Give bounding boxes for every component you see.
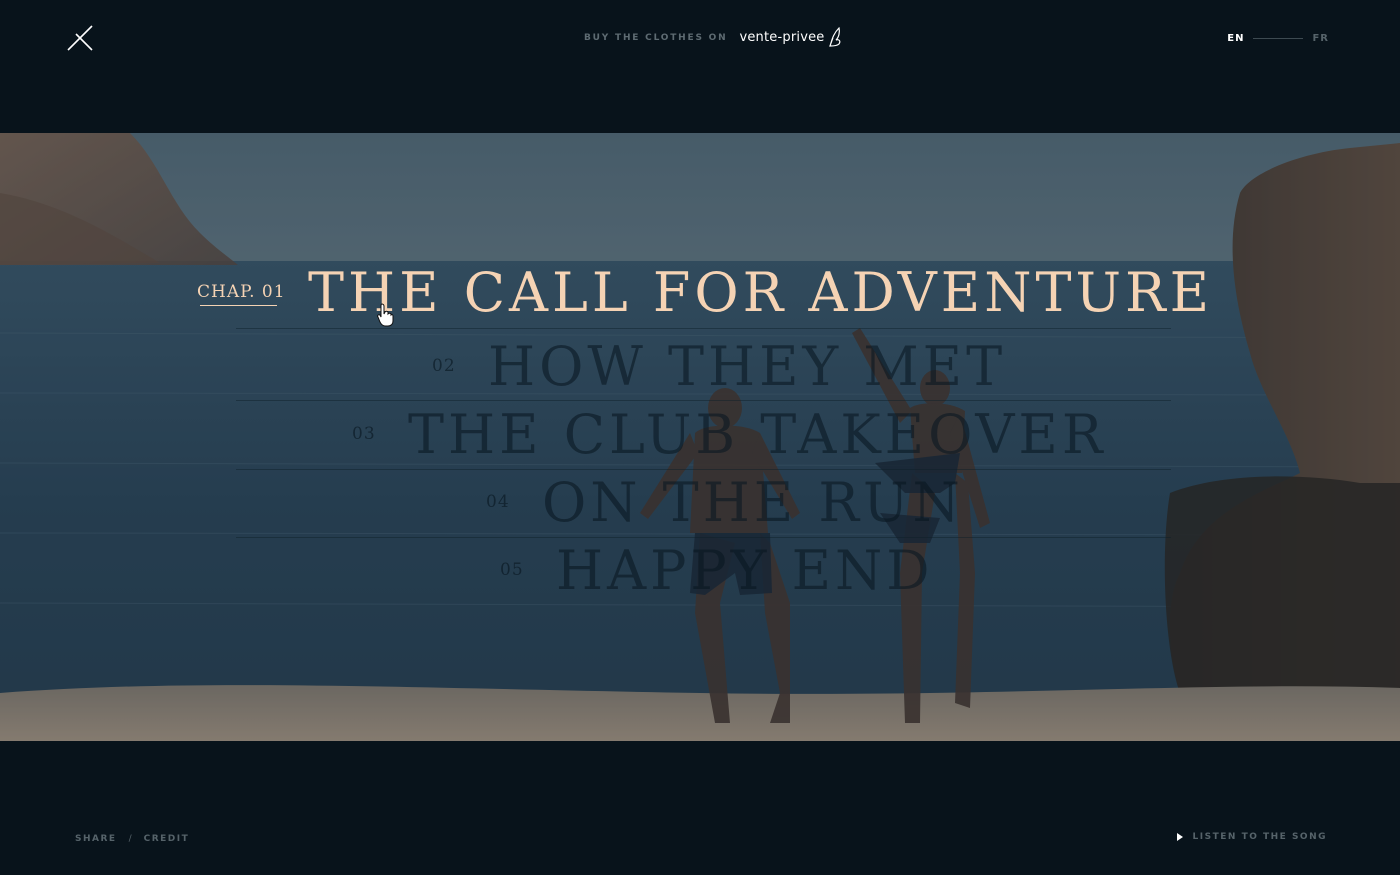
chapter-number-underline: [200, 305, 277, 306]
chapter-title: THE CLUB TAKEOVER: [408, 403, 1107, 466]
lang-fr[interactable]: FR: [1312, 33, 1329, 44]
brand-name: vente-privee: [739, 29, 825, 45]
chapter-title: ON THE RUN: [542, 471, 964, 534]
chapter-menu: CHAP. 01 THE CALL FOR ADVENTURE 02 HOW T…: [0, 133, 1400, 741]
chapter-number: CHAP. 01: [197, 282, 286, 302]
chapter-title: HAPPY END: [556, 539, 934, 602]
chapter-number: 03: [352, 424, 376, 444]
chapter-title: THE CALL FOR ADVENTURE: [308, 261, 1214, 324]
chapter-number: 02: [432, 356, 456, 376]
listen-to-song-button[interactable]: LISTEN TO THE SONG: [1176, 832, 1327, 842]
play-icon: [1176, 833, 1183, 841]
chapter-number: 04: [486, 492, 510, 512]
chapter-item-2[interactable]: 02 HOW THEY MET: [0, 333, 1400, 401]
buy-clothes-label: BUY THE CLOTHES ON: [584, 33, 728, 43]
butterfly-icon: [829, 26, 841, 47]
language-switch: EN FR: [1227, 30, 1329, 46]
page: BUY THE CLOTHES ON vente-privee EN FR CH…: [0, 0, 1400, 875]
lang-en[interactable]: EN: [1227, 33, 1244, 44]
hero-image: CHAP. 01 THE CALL FOR ADVENTURE 02 HOW T…: [0, 133, 1400, 741]
chapter-number: 05: [500, 560, 524, 580]
close-icon[interactable]: [64, 22, 96, 54]
divider: [236, 328, 1171, 329]
share-link[interactable]: SHARE: [75, 834, 117, 844]
listen-label: LISTEN TO THE SONG: [1192, 832, 1327, 842]
credit-link[interactable]: CREDIT: [144, 834, 190, 844]
buy-clothes-link[interactable]: BUY THE CLOTHES ON vente-privee: [584, 24, 843, 50]
chapter-item-4[interactable]: 04 ON THE RUN: [0, 469, 1400, 537]
footer-links: SHARE / CREDIT: [75, 834, 189, 844]
language-divider: [1253, 37, 1304, 39]
vente-privee-logo: vente-privee: [739, 26, 843, 48]
chapter-title: HOW THEY MET: [488, 335, 1007, 398]
chapter-item-1[interactable]: CHAP. 01 THE CALL FOR ADVENTURE: [0, 259, 1400, 327]
footer-separator: /: [128, 834, 132, 844]
chapter-item-3[interactable]: 03 THE CLUB TAKEOVER: [0, 401, 1400, 469]
chapter-item-5[interactable]: 05 HAPPY END: [0, 537, 1400, 605]
